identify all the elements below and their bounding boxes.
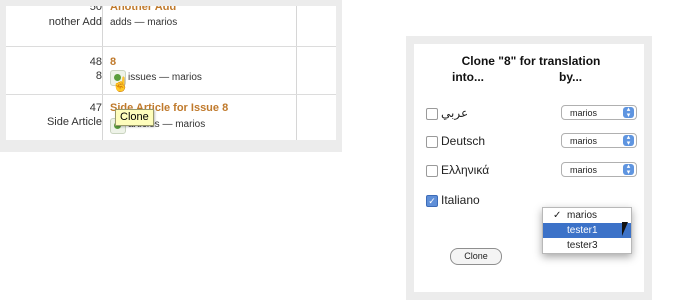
translator-dropdown-menu: ✓ marios tester1 tester3 bbox=[542, 207, 632, 254]
column-divider bbox=[102, 6, 103, 140]
select-value: marios bbox=[570, 136, 598, 146]
clone-dialog: Clone "8" for translation into... by... … bbox=[414, 44, 644, 292]
check-icon: ✓ bbox=[553, 210, 562, 221]
article-list-panel: 50 nother Add Another Add adds — marios … bbox=[0, 0, 342, 152]
language-row-arabic: عربي marios ▴ ▾ bbox=[426, 105, 641, 123]
hand-cursor-icon: ☝ bbox=[112, 76, 130, 92]
dropdown-option[interactable]: tester3 bbox=[543, 238, 631, 253]
language-checkbox[interactable] bbox=[426, 165, 438, 177]
article-list-table: 50 nother Add Another Add adds — marios … bbox=[6, 6, 336, 140]
select-value: marios bbox=[570, 165, 598, 175]
language-label: Deutsch bbox=[441, 134, 486, 148]
clone-tooltip: Clone bbox=[115, 109, 154, 126]
row-number-label: nother Add bbox=[48, 16, 102, 28]
option-label: tester1 bbox=[567, 225, 598, 236]
row-number-label: 8 bbox=[95, 70, 102, 82]
column-header-by: by... bbox=[559, 70, 583, 84]
option-label: marios bbox=[567, 210, 598, 221]
language-checkbox[interactable] bbox=[426, 136, 438, 148]
select-value: marios bbox=[570, 108, 598, 118]
language-row-deutsch: Deutsch marios ▴ ▾ bbox=[426, 133, 641, 151]
row-number-label: Side Article bbox=[46, 116, 102, 128]
row-subtitle: adds — marios bbox=[110, 17, 178, 28]
select-arrows-icon: ▴ ▾ bbox=[623, 163, 634, 176]
row-title-link[interactable]: Another Add bbox=[110, 6, 176, 14]
row-number: 50 bbox=[89, 6, 102, 13]
translator-select[interactable]: marios ▴ ▾ bbox=[561, 133, 637, 148]
language-label: Ελληνικά bbox=[441, 163, 490, 177]
clone-button[interactable]: Clone bbox=[450, 248, 502, 265]
row-title-link[interactable]: 8 bbox=[110, 56, 116, 69]
language-row-greek: Ελληνικά marios ▴ ▾ bbox=[426, 162, 641, 180]
column-header-into: into... bbox=[452, 70, 484, 84]
dropdown-option-highlighted[interactable]: tester1 bbox=[543, 223, 631, 238]
clone-dialog-panel: Clone "8" for translation into... by... … bbox=[406, 36, 652, 300]
dropdown-option[interactable]: ✓ marios bbox=[543, 208, 631, 223]
dialog-title: Clone "8" for translation bbox=[461, 54, 601, 68]
row-number: 48 bbox=[89, 56, 102, 68]
language-checkbox-checked[interactable]: ✓ bbox=[426, 195, 438, 207]
translator-select[interactable]: marios ▴ ▾ bbox=[561, 162, 637, 177]
row-divider bbox=[6, 46, 336, 47]
option-label: tester3 bbox=[567, 240, 598, 251]
language-row-italiano: ✓ Italiano bbox=[426, 192, 546, 210]
row-number: 47 bbox=[89, 102, 102, 114]
row-subtitle: issues — marios bbox=[128, 72, 202, 83]
column-divider bbox=[296, 6, 297, 140]
select-arrows-icon: ▴ ▾ bbox=[623, 134, 634, 147]
pointer-cursor-icon bbox=[622, 222, 628, 236]
language-checkbox[interactable] bbox=[426, 108, 438, 120]
select-arrows-icon: ▴ ▾ bbox=[623, 106, 634, 119]
row-divider bbox=[6, 94, 336, 95]
translator-select[interactable]: marios ▴ ▾ bbox=[561, 105, 637, 120]
language-label: عربي bbox=[441, 106, 469, 120]
language-label: Italiano bbox=[441, 193, 480, 207]
